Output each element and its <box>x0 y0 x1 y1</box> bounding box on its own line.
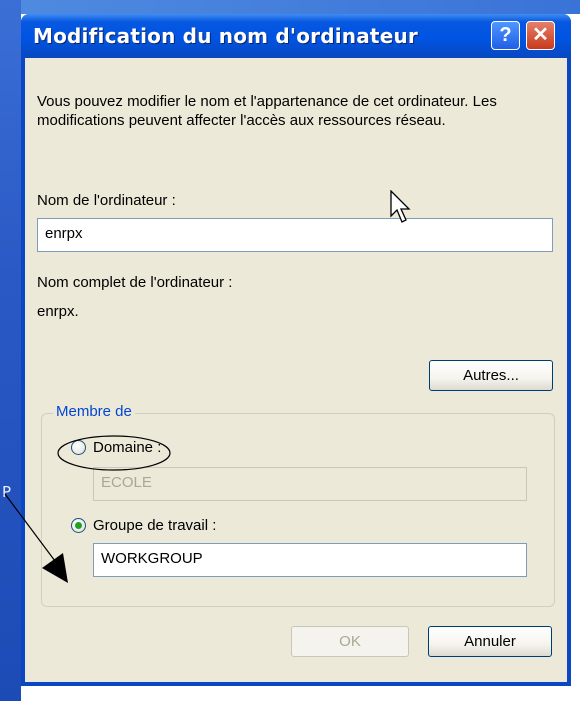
full-name-label: Nom complet de l'ordinateur : <box>37 274 233 291</box>
mouse-cursor-icon <box>390 190 411 223</box>
workgroup-label: Groupe de travail : <box>93 517 217 534</box>
computer-name-dialog: Modification du nom d'ordinateur ? ✕ Vou… <box>21 14 571 686</box>
computer-name-input[interactable]: enrpx <box>37 218 553 252</box>
dialog-body: Vous pouvez modifier le nom et l'apparte… <box>25 58 567 682</box>
desktop-background <box>0 0 580 14</box>
desktop-text: P <box>2 483 12 501</box>
close-button[interactable]: ✕ <box>526 21 555 50</box>
workgroup-radio[interactable] <box>71 518 86 533</box>
domain-input[interactable]: ECOLE <box>93 467 527 501</box>
cancel-button[interactable]: Annuler <box>428 626 552 657</box>
more-button[interactable]: Autres... <box>429 360 553 391</box>
domain-radio[interactable] <box>71 440 86 455</box>
description-text: Vous pouvez modifier le nom et l'apparte… <box>37 93 497 129</box>
radio-selected-dot <box>75 522 82 529</box>
desktop-edge <box>0 0 21 701</box>
member-of-title: Membre de <box>53 402 135 421</box>
workgroup-input[interactable]: WORKGROUP <box>93 543 527 577</box>
domain-label: Domaine : <box>93 439 162 456</box>
computer-name-label: Nom de l'ordinateur : <box>37 192 176 209</box>
full-name-value: enrpx. <box>37 303 79 320</box>
help-button[interactable]: ? <box>491 21 520 50</box>
title-bar[interactable]: Modification du nom d'ordinateur ? ✕ <box>21 14 571 58</box>
ok-button[interactable]: OK <box>291 626 409 657</box>
dialog-title: Modification du nom d'ordinateur <box>33 24 418 48</box>
